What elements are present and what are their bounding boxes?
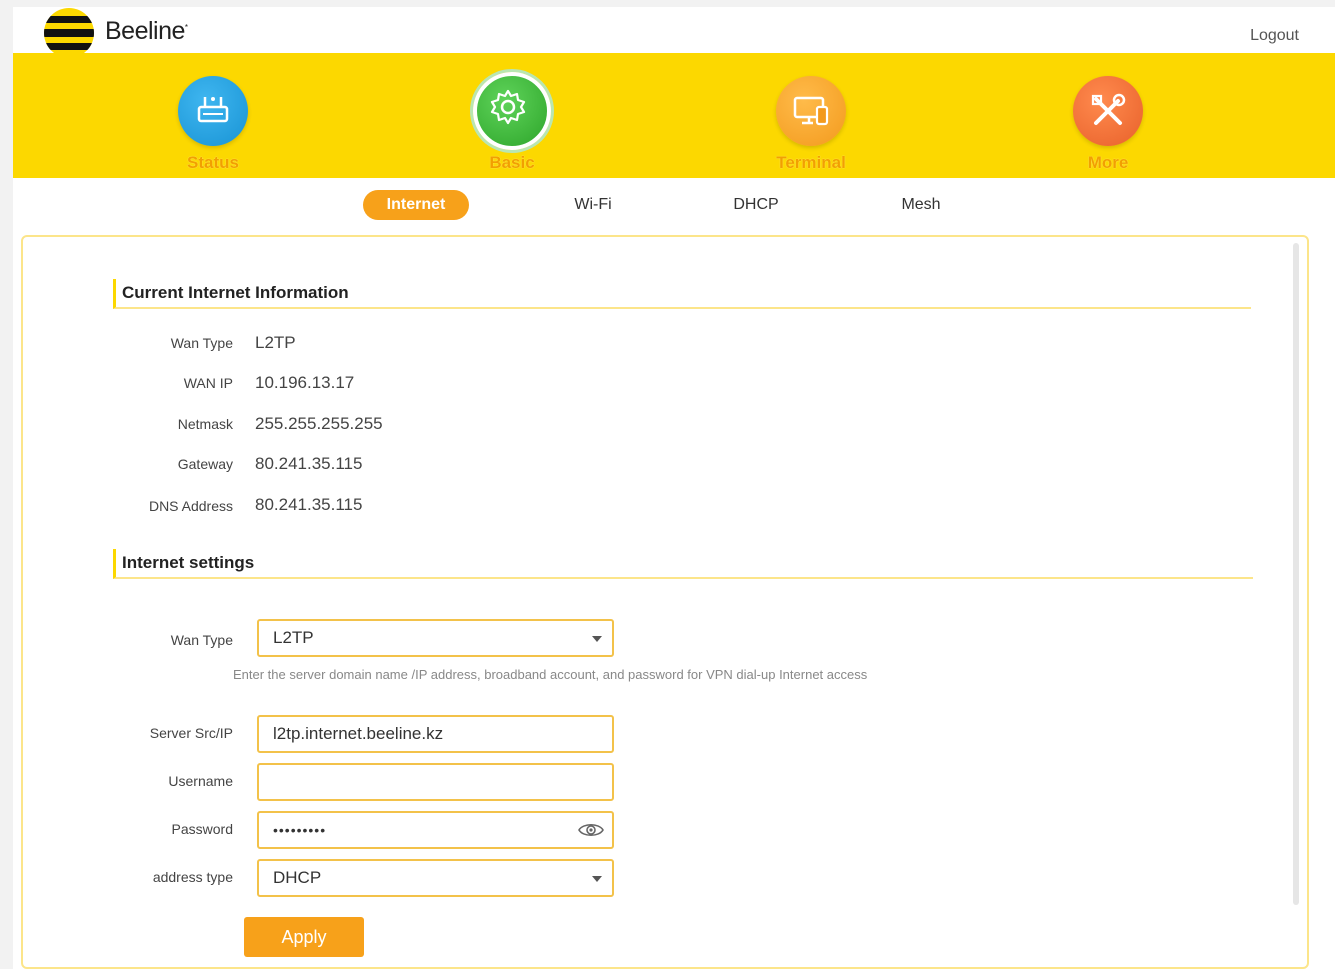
address-type-label: address type xyxy=(152,869,233,885)
wan-type-value: L2TP xyxy=(273,628,314,647)
router-admin-page: Beeline* Logout Status Basic Terminal Mo… xyxy=(13,7,1335,969)
nav-label: Basic xyxy=(489,153,535,172)
info-label: DNS Address xyxy=(148,498,233,514)
chevron-down-icon xyxy=(592,876,602,882)
nav-basic[interactable]: Basic xyxy=(442,53,582,178)
wan-type-select[interactable]: L2TP xyxy=(257,619,614,657)
nav-label: Terminal xyxy=(776,153,846,172)
username-input[interactable] xyxy=(257,763,614,801)
nav-status[interactable]: Status xyxy=(143,53,283,178)
tab-internet[interactable]: Internet xyxy=(363,190,469,220)
brand-name: Beeline* xyxy=(105,17,188,45)
tab-dhcp[interactable]: DHCP xyxy=(716,190,796,220)
password-input[interactable]: ••••••••• xyxy=(257,811,614,849)
nav-more[interactable]: More xyxy=(1038,53,1178,178)
top-bar: Beeline* Logout xyxy=(13,7,1335,58)
vpn-hint-text: Enter the server domain name /IP address… xyxy=(233,667,868,682)
nav-label: More xyxy=(1087,153,1129,172)
section-title-current: Current Internet Information xyxy=(113,279,1251,309)
gear-icon xyxy=(473,72,551,150)
wan-type-label: Wan Type xyxy=(170,632,233,648)
apply-button[interactable]: Apply xyxy=(244,917,364,957)
chevron-down-icon xyxy=(592,636,602,642)
info-label: WAN IP xyxy=(183,375,233,391)
router-icon xyxy=(178,76,248,146)
content-panel: Current Internet Information Wan Type L2… xyxy=(21,235,1309,969)
info-value: 80.241.35.115 xyxy=(255,454,363,473)
password-label: Password xyxy=(171,821,233,837)
eye-icon[interactable] xyxy=(578,821,604,839)
nav-terminal[interactable]: Terminal xyxy=(741,53,881,178)
info-value: 255.255.255.255 xyxy=(255,414,383,433)
devices-icon xyxy=(776,76,846,146)
info-value: L2TP xyxy=(255,333,296,352)
info-label: Netmask xyxy=(177,416,233,432)
tab-mesh[interactable]: Mesh xyxy=(881,190,961,220)
password-value: ••••••••• xyxy=(273,822,327,838)
tab-wifi[interactable]: Wi-Fi xyxy=(553,190,633,220)
sub-tabs: Internet Wi-Fi DHCP Mesh xyxy=(13,178,1335,233)
username-label: Username xyxy=(168,773,233,789)
section-title-settings: Internet settings xyxy=(113,549,1253,579)
address-type-select[interactable]: DHCP xyxy=(257,859,614,897)
info-value: 10.196.13.17 xyxy=(255,373,355,392)
info-value: 80.241.35.115 xyxy=(255,495,363,514)
scrollbar[interactable] xyxy=(1293,243,1299,905)
server-input[interactable]: l2tp.internet.beeline.kz xyxy=(257,715,614,753)
logout-link[interactable]: Logout xyxy=(1250,27,1299,45)
beeline-logo-icon xyxy=(44,8,94,58)
server-label: Server Src/IP xyxy=(149,725,233,741)
tools-icon xyxy=(1073,76,1143,146)
info-label: Gateway xyxy=(177,456,233,472)
info-label: Wan Type xyxy=(170,335,233,351)
main-nav: Status Basic Terminal More xyxy=(13,53,1335,178)
address-type-value: DHCP xyxy=(273,868,322,887)
nav-label: Status xyxy=(187,153,239,172)
